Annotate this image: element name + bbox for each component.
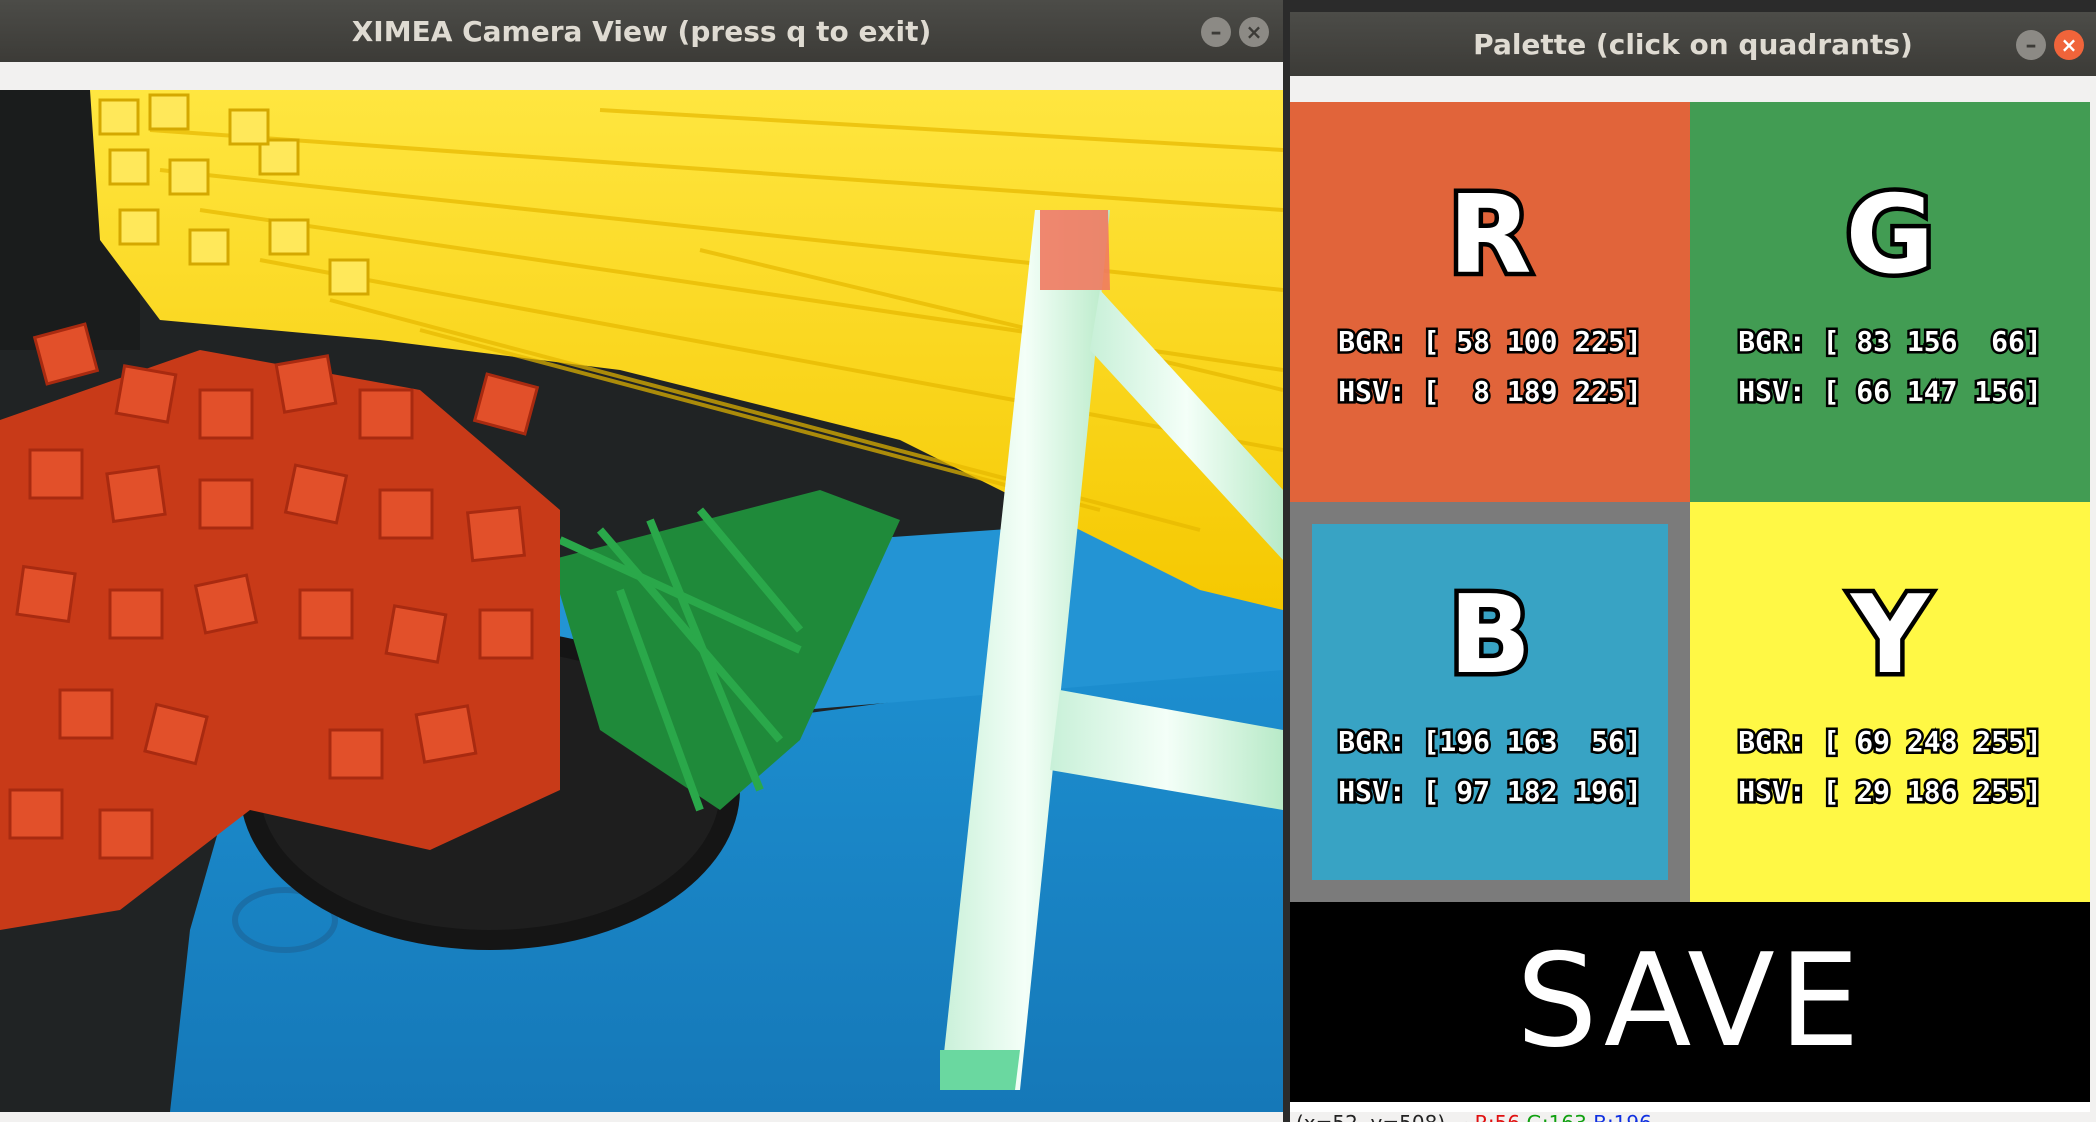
quadrant-green[interactable]: G BGR: [ 83 156 66] HSV: [ 66 147 156] (1690, 102, 2090, 502)
quadrant-hsv-value: HSV: [ 97 182 196] (1336, 775, 1644, 808)
save-label: SAVE (1516, 927, 1864, 1076)
palette-window-title: Palette (click on quadrants) (1473, 27, 1913, 61)
status-green-value: G:163 (1526, 1112, 1586, 1122)
camera-bottom-strip (0, 1112, 1283, 1122)
quadrant-letter: Y (1846, 573, 1933, 698)
quadrant-hsv-value: HSV: [ 29 186 255] (1736, 775, 2044, 808)
quadrant-red[interactable]: R BGR: [ 58 100 225] HSV: [ 8 189 225] (1290, 102, 1690, 502)
status-bar: (x=52, y=508) ~ R:56 G:163 B:196 (1290, 1112, 2096, 1122)
quadrant-letter: R (1444, 173, 1536, 298)
close-icon[interactable]: × (1239, 17, 1269, 47)
quadrant-yellow[interactable]: Y BGR: [ 69 248 255] HSV: [ 29 186 255] (1690, 502, 2090, 902)
camera-window-title: XIMEA Camera View (press q to exit) (351, 14, 932, 48)
close-icon[interactable]: × (2054, 30, 2084, 60)
camera-feed-image[interactable] (0, 90, 1283, 1112)
palette-canvas[interactable]: R BGR: [ 58 100 225] HSV: [ 8 189 225] G… (1290, 102, 2096, 1122)
quadrant-blue[interactable]: B BGR: [196 163 56] HSV: [ 97 182 196] (1290, 502, 1690, 902)
quadrant-hsv-value: HSV: [ 66 147 156] (1736, 375, 2044, 408)
quadrant-bgr-value: BGR: [ 69 248 255] (1736, 725, 2044, 758)
minimize-icon[interactable]: – (2016, 30, 2046, 60)
status-red-value: R:56 (1475, 1112, 1520, 1122)
minimize-icon[interactable]: – (1201, 17, 1231, 47)
palette-titlebar[interactable]: Palette (click on quadrants) – × (1290, 12, 2096, 76)
camera-titlebar[interactable]: XIMEA Camera View (press q to exit) – × (0, 0, 1283, 62)
save-button[interactable]: SAVE (1290, 902, 2090, 1102)
status-coords: (x=52, y=508) ~ (1296, 1112, 1468, 1122)
quadrant-bgr-value: BGR: [ 83 156 66] (1736, 325, 2044, 358)
palette-right-edge (2090, 102, 2096, 1112)
status-blue-value: B:196 (1593, 1112, 1652, 1122)
palette-window: Palette (click on quadrants) – × R BGR: … (1290, 12, 2096, 1122)
palette-toolbar-strip (1290, 76, 2096, 102)
quadrant-hsv-value: HSV: [ 8 189 225] (1336, 375, 1644, 408)
camera-toolbar-strip (0, 62, 1283, 90)
camera-feed-picture (0, 90, 1283, 1112)
camera-window: XIMEA Camera View (press q to exit) – × (0, 0, 1283, 1122)
quadrant-letter: B (1444, 573, 1535, 698)
quadrant-bgr-value: BGR: [ 58 100 225] (1336, 325, 1644, 358)
quadrant-letter: G (1841, 173, 1939, 298)
quadrant-bgr-value: BGR: [196 163 56] (1336, 725, 1644, 758)
